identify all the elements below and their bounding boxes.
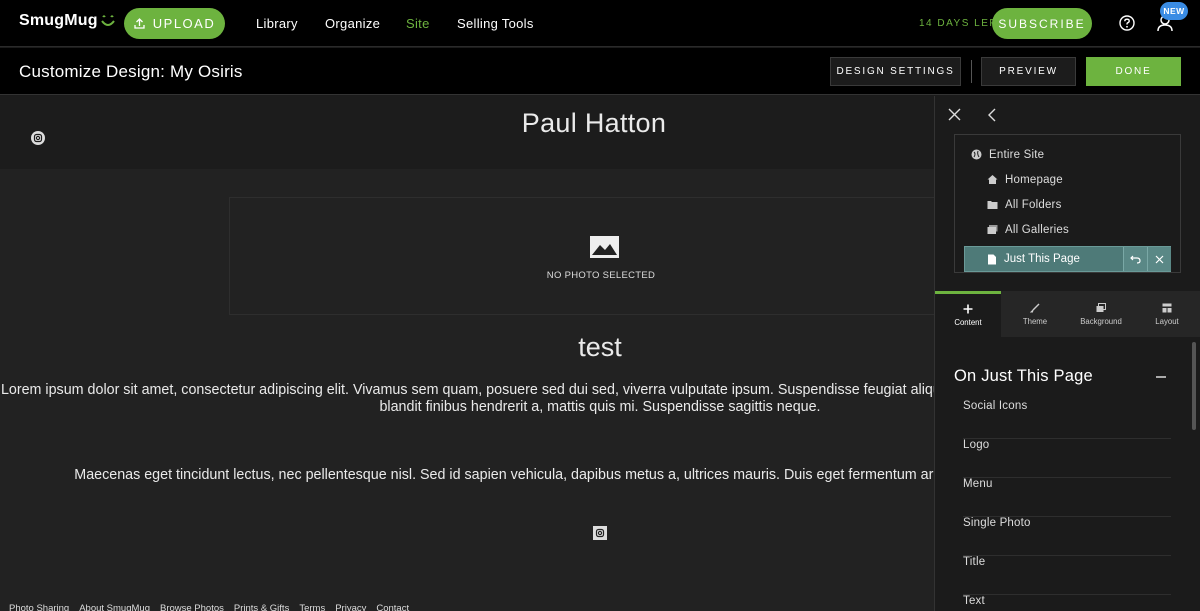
help-icon[interactable]: [1119, 15, 1135, 31]
done-button[interactable]: DONE: [1086, 57, 1181, 86]
site-footer: Photo Sharing About SmugMug Browse Photo…: [9, 603, 409, 611]
upload-icon: [134, 18, 145, 29]
smugmug-logo[interactable]: SmugMug: [19, 12, 115, 30]
single-photo-block[interactable]: NO PHOTO SELECTED: [229, 197, 934, 315]
brush-icon: [1030, 303, 1040, 312]
remove-scope-button[interactable]: [1147, 247, 1171, 271]
tab-layout[interactable]: Layout: [1134, 291, 1200, 337]
scope-label: All Folders: [1005, 198, 1062, 211]
nav-selling-tools[interactable]: Selling Tools: [457, 16, 534, 31]
tab-content[interactable]: Content: [935, 291, 1001, 337]
folder-icon: [987, 201, 998, 209]
instagram-icon[interactable]: [593, 526, 607, 540]
tab-label: Theme: [1022, 316, 1048, 326]
text-paragraph[interactable]: Maecenas eget tincidunt lectus, nec pell…: [0, 467, 934, 484]
no-photo-text: NO PHOTO SELECTED: [546, 270, 656, 281]
scope-just-this-page-label[interactable]: Just This Page: [965, 247, 1123, 271]
site-name[interactable]: Paul Hatton: [0, 108, 934, 139]
scope-all-folders[interactable]: All Folders: [987, 192, 1062, 217]
collapse-icon[interactable]: [1156, 376, 1166, 378]
toolbar-divider: [971, 60, 972, 83]
design-settings-button[interactable]: DESIGN SETTINGS: [830, 57, 961, 86]
customize-toolbar: Customize Design: My Osiris DESIGN SETTI…: [0, 48, 1200, 95]
preview-button[interactable]: PREVIEW: [981, 57, 1076, 86]
content-item-label: Social Icons: [963, 400, 1028, 412]
tab-theme[interactable]: Theme: [1002, 291, 1068, 337]
nav-organize[interactable]: Organize: [325, 16, 380, 31]
panel-tabs: Content Theme Background Layout: [935, 291, 1200, 337]
footer-link[interactable]: Browse Photos: [160, 603, 224, 611]
scope-just-this-page[interactable]: Just This Page: [964, 246, 1171, 272]
page-title: Customize Design: My Osiris: [19, 62, 243, 81]
globe-icon: [971, 149, 982, 160]
scope-homepage[interactable]: Homepage: [987, 167, 1063, 192]
new-badge: NEW: [1160, 2, 1188, 20]
content-item-single-photo[interactable]: Single Photo: [963, 517, 1171, 556]
upload-label: UPLOAD: [152, 16, 216, 31]
close-icon[interactable]: [948, 108, 961, 121]
close-icon: [1155, 255, 1164, 263]
tab-background[interactable]: Background: [1068, 291, 1134, 337]
scope-label: All Galleries: [1005, 223, 1069, 236]
scope-label: Entire Site: [989, 148, 1045, 161]
content-item-label: Text: [963, 595, 985, 607]
scope-entire-site[interactable]: Entire Site: [971, 142, 1044, 167]
tab-label: Layout: [1155, 316, 1179, 326]
nav-site[interactable]: Site: [406, 16, 430, 31]
tab-label: Background: [1080, 316, 1122, 326]
customize-panel: Entire Site Homepage All Folders All Gal…: [934, 96, 1200, 611]
content-item-label: Single Photo: [963, 517, 1031, 529]
footer-link[interactable]: Photo Sharing: [9, 603, 69, 611]
plus-icon: [963, 304, 973, 314]
content-item-title[interactable]: Title: [963, 556, 1171, 595]
gallery-icon: [987, 225, 998, 234]
tab-label: Content: [954, 318, 982, 327]
background-icon: [1096, 302, 1106, 312]
content-item-label: Logo: [963, 439, 990, 451]
content-item-social-icons[interactable]: Social Icons: [963, 400, 1171, 439]
home-icon: [987, 175, 998, 184]
top-bar: SmugMug UPLOAD Library Organize Site Sel…: [0, 0, 1200, 47]
subscribe-button[interactable]: SUBSCRIBE: [992, 8, 1092, 39]
text-paragraph[interactable]: Lorem ipsum dolor sit amet, consectetur …: [0, 382, 934, 416]
undo-icon: [1130, 255, 1141, 264]
instagram-icon[interactable]: [31, 131, 45, 145]
content-item-label: Menu: [963, 478, 993, 490]
upload-button[interactable]: UPLOAD: [124, 8, 225, 39]
footer-link[interactable]: About SmugMug: [79, 603, 150, 611]
scope-label: Homepage: [1005, 173, 1063, 186]
layout-icon: [1162, 303, 1172, 312]
image-placeholder-icon: [590, 236, 619, 258]
logo-text: SmugMug: [19, 12, 98, 29]
section-title: On Just This Page: [954, 367, 1093, 385]
undo-button[interactable]: [1123, 247, 1147, 271]
content-item-logo[interactable]: Logo: [963, 439, 1171, 478]
content-item-label: Title: [963, 556, 986, 568]
content-item-text[interactable]: Text: [963, 595, 1171, 611]
panel-scrollbar[interactable]: [1192, 342, 1196, 430]
footer-link[interactable]: Contact: [376, 603, 409, 611]
footer-link[interactable]: Prints & Gifts: [234, 603, 289, 611]
site-preview-canvas: Paul Hatton NO PHOTO SELECTED test Lorem…: [0, 96, 934, 611]
nav-library[interactable]: Library: [256, 16, 298, 31]
content-item-menu[interactable]: Menu: [963, 478, 1171, 517]
scope-all-galleries[interactable]: All Galleries: [987, 217, 1069, 242]
scope-label: Just This Page: [1004, 253, 1080, 265]
content-title[interactable]: test: [0, 332, 934, 363]
smile-icon: [100, 14, 115, 26]
chevron-left-icon[interactable]: [987, 108, 997, 122]
page-icon: [988, 254, 996, 264]
footer-link[interactable]: Terms: [299, 603, 325, 611]
footer-link[interactable]: Privacy: [335, 603, 366, 611]
